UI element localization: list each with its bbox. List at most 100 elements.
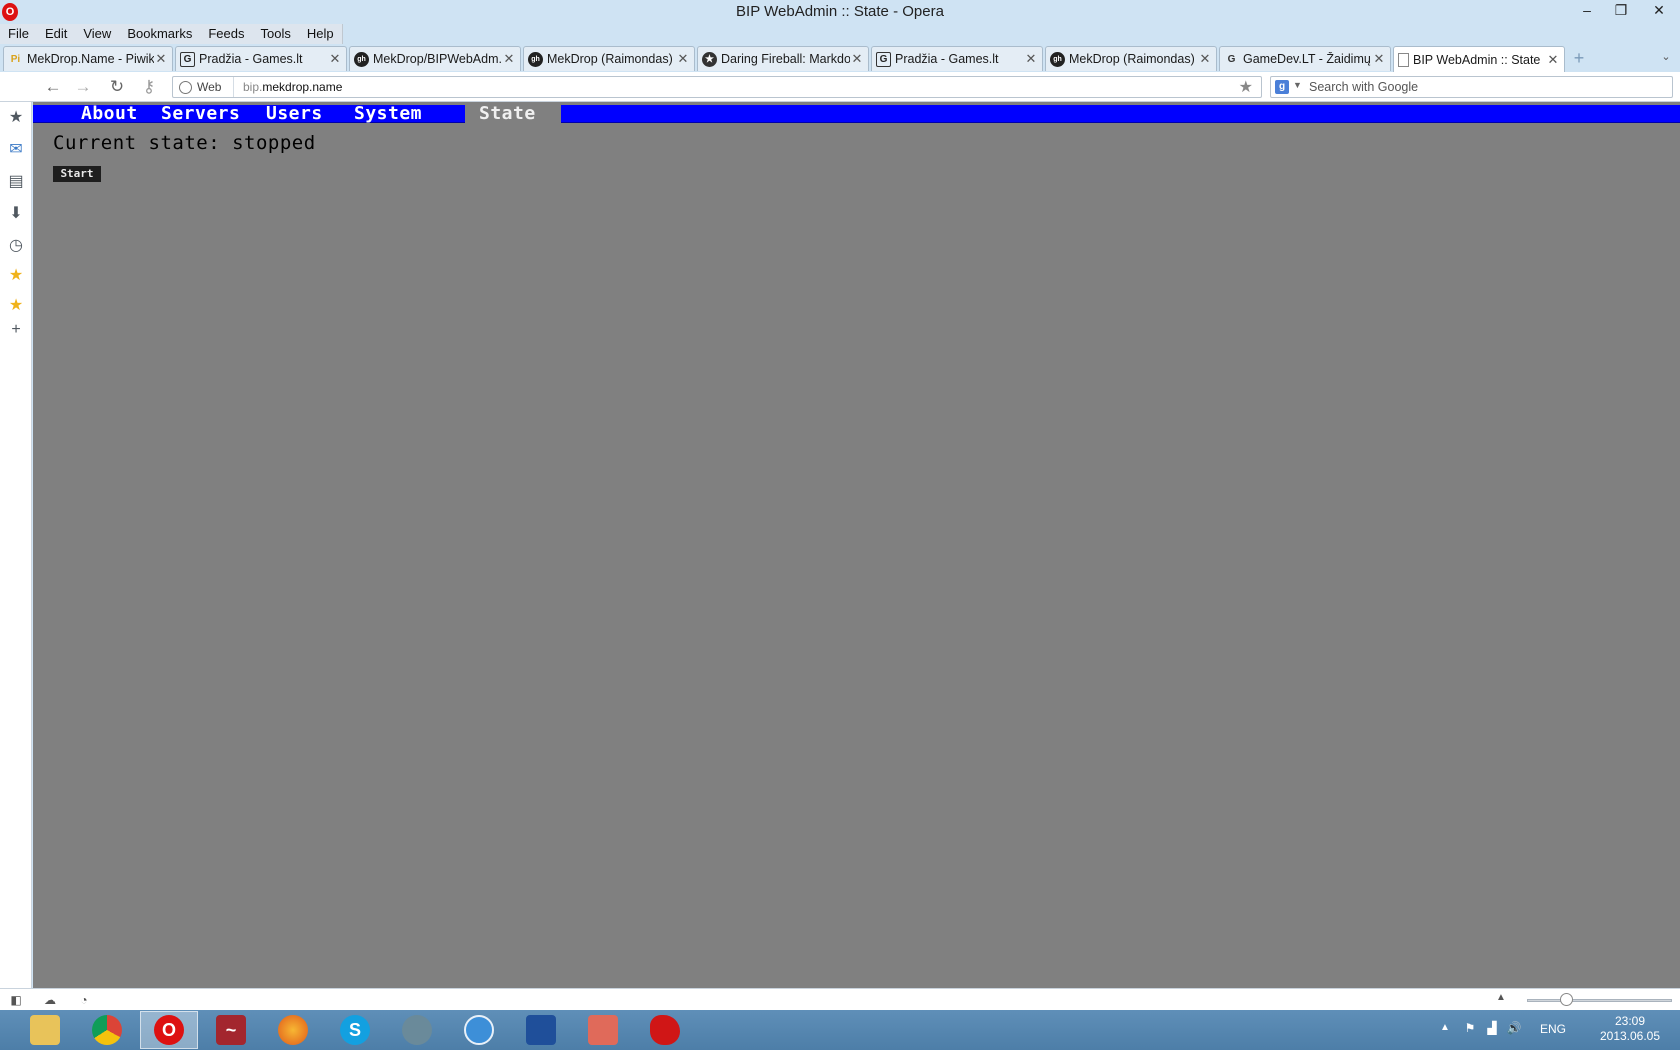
tab-gamedev-lt[interactable]: G GameDev.LT - Žaidimų... ✕ (1219, 46, 1391, 71)
taskbar-firefox[interactable] (264, 1011, 322, 1049)
address-field[interactable]: Web bip.mekdrop.name ★ (172, 76, 1262, 98)
bookmark-star-icon[interactable]: ★ (1239, 77, 1253, 97)
opera-unite-cloud-icon[interactable]: ☁ (42, 992, 58, 1008)
web-badge[interactable]: Web (179, 79, 221, 95)
daring-fireball-favicon-icon: ★ (702, 51, 717, 67)
red-creature-icon (650, 1015, 680, 1045)
network-tool-icon (402, 1015, 432, 1045)
taskbar-network-tool[interactable] (388, 1011, 446, 1049)
add-panel-plus-icon[interactable]: + (6, 320, 26, 340)
search-input[interactable] (1309, 79, 1659, 95)
github-favicon-icon: gh (528, 51, 543, 67)
taskbar-chrome[interactable] (78, 1011, 136, 1049)
menu-view[interactable]: View (75, 24, 119, 44)
nav-link-state[interactable]: State (465, 105, 561, 123)
start-button[interactable]: Start (53, 166, 101, 182)
tab-close-icon[interactable]: ✕ (850, 51, 864, 67)
taskbar-explorer[interactable] (16, 1011, 74, 1049)
nav-link-about[interactable]: About (77, 105, 142, 123)
tab-bip-webadmin-state[interactable]: BIP WebAdmin :: State ✕ (1393, 46, 1565, 72)
zoom-slider-thumb[interactable] (1560, 993, 1573, 1006)
system-tray: ▲ ⚑ ▟ 🔊 ENG 23:09 2013.06.05 (1440, 1010, 1680, 1050)
tab-close-icon[interactable]: ✕ (154, 51, 168, 67)
page-viewport: About Servers Users System State Current… (33, 102, 1680, 988)
globe-icon (179, 80, 192, 94)
tab-github-mekdrop-2[interactable]: gh MekDrop (Raimondas) ✕ (1045, 46, 1217, 71)
tab-menu-chevron-icon[interactable]: ⌄ (1658, 50, 1674, 66)
language-indicator[interactable]: ENG (1540, 1022, 1566, 1036)
site-navigation: About Servers Users System State (33, 105, 1680, 123)
search-field[interactable]: g ▼ (1270, 76, 1673, 98)
taskbar-library-app[interactable] (512, 1011, 570, 1049)
tab-games-lt[interactable]: G Pradžia - Games.lt ✕ (175, 46, 347, 71)
nav-link-system[interactable]: System (350, 105, 426, 123)
url-text[interactable]: bip.mekdrop.name (243, 80, 342, 94)
nav-link-servers[interactable]: Servers (157, 105, 244, 123)
taskbar-skype[interactable]: S (326, 1011, 384, 1049)
window-title: BIP WebAdmin :: State - Opera (736, 3, 944, 20)
restore-button[interactable]: ❐ (1604, 0, 1638, 20)
close-button[interactable]: ✕ (1638, 0, 1680, 20)
tab-github-mekdrop[interactable]: gh MekDrop (Raimondas) ✕ (523, 46, 695, 71)
tab-label: GameDev.LT - Žaidimų... (1243, 52, 1372, 66)
tab-daring-fireball[interactable]: ★ Daring Fireball: Markdo... ✕ (697, 46, 869, 71)
tab-piwik[interactable]: Pi MekDrop.Name - Piwik... ✕ (3, 46, 173, 71)
zoom-slider[interactable] (1527, 999, 1672, 1002)
menu-file[interactable]: File (0, 24, 37, 44)
tab-close-icon[interactable]: ✕ (1198, 51, 1212, 67)
forward-arrow-icon[interactable]: → (72, 76, 94, 98)
favorite-star-icon[interactable]: ★ (6, 266, 26, 286)
notes-icon[interactable]: ▤ (6, 172, 26, 192)
skype-icon: S (340, 1015, 370, 1045)
nav-link-users[interactable]: Users (262, 105, 327, 123)
tab-close-icon[interactable]: ✕ (328, 51, 342, 67)
network-signal-icon[interactable]: ▟ (1484, 1021, 1500, 1037)
downloads-icon[interactable]: ⬇ (6, 204, 26, 224)
menu-help[interactable]: Help (299, 24, 342, 44)
zoom-menu-arrow-icon[interactable]: ▲ (1496, 992, 1506, 1003)
tab-label: Daring Fireball: Markdo... (721, 52, 850, 66)
new-tab-icon[interactable]: + (1570, 49, 1588, 68)
tab-label: Pradžia - Games.lt (895, 52, 999, 66)
menu-tools[interactable]: Tools (252, 24, 298, 44)
mail-icon[interactable]: ✉ (6, 140, 26, 160)
system-clock[interactable]: 23:09 2013.06.05 (1590, 1014, 1670, 1044)
menu-feeds[interactable]: Feeds (200, 24, 252, 44)
tray-expand-icon[interactable]: ▲ (1440, 1022, 1450, 1033)
taskbar-red-creature-app[interactable] (636, 1011, 694, 1049)
tab-games-lt-2[interactable]: G Pradžia - Games.lt ✕ (871, 46, 1043, 71)
back-arrow-icon[interactable]: ← (42, 76, 64, 98)
volume-icon[interactable]: 🔊 (1506, 1021, 1522, 1037)
panel-toggle-icon[interactable]: ◧ (8, 992, 24, 1008)
opera-turbo-gauge-icon[interactable]: ◔ (76, 992, 92, 1008)
taskbar-messenger[interactable] (450, 1011, 508, 1049)
favorite-star-icon-2[interactable]: ★ (6, 296, 26, 316)
taskbar-opera[interactable]: O (140, 1011, 198, 1049)
clock-date: 2013.06.05 (1599, 1029, 1661, 1043)
tab-close-icon[interactable]: ✕ (1024, 51, 1038, 67)
editor-app-icon (588, 1015, 618, 1045)
taskbar-app-tilde[interactable]: ~ (202, 1011, 260, 1049)
search-engine-dropdown-icon[interactable]: ▼ (1293, 80, 1302, 90)
key-icon[interactable]: ⚷ (138, 76, 160, 98)
tab-label: MekDrop (Raimondas) (1069, 52, 1195, 66)
taskbar-editor-app[interactable] (574, 1011, 632, 1049)
tab-close-icon[interactable]: ✕ (1372, 51, 1386, 67)
clock-time: 23:09 (1614, 1014, 1646, 1028)
tab-close-icon[interactable]: ✕ (502, 51, 516, 67)
reload-icon[interactable]: ↻ (106, 76, 128, 98)
google-icon[interactable]: g (1275, 80, 1289, 94)
address-divider (233, 77, 234, 97)
tab-github-bipwebadmin[interactable]: gh MekDrop/BIPWebAdm... ✕ (349, 46, 521, 71)
tab-close-icon[interactable]: ✕ (676, 51, 690, 67)
bookmarks-star-icon[interactable]: ★ (6, 108, 26, 128)
minimize-button[interactable]: – (1570, 0, 1604, 20)
action-center-flag-icon[interactable]: ⚑ (1462, 1021, 1478, 1037)
history-clock-icon[interactable]: ◷ (6, 236, 26, 256)
menu-edit[interactable]: Edit (37, 24, 75, 44)
menu-bookmarks[interactable]: Bookmarks (119, 24, 200, 44)
url-domain: mekdrop.name (262, 80, 343, 94)
tab-close-icon[interactable]: ✕ (1546, 52, 1560, 68)
tab-label: BIP WebAdmin :: State (1413, 52, 1541, 67)
gamedev-favicon-icon: G (1227, 53, 1236, 65)
